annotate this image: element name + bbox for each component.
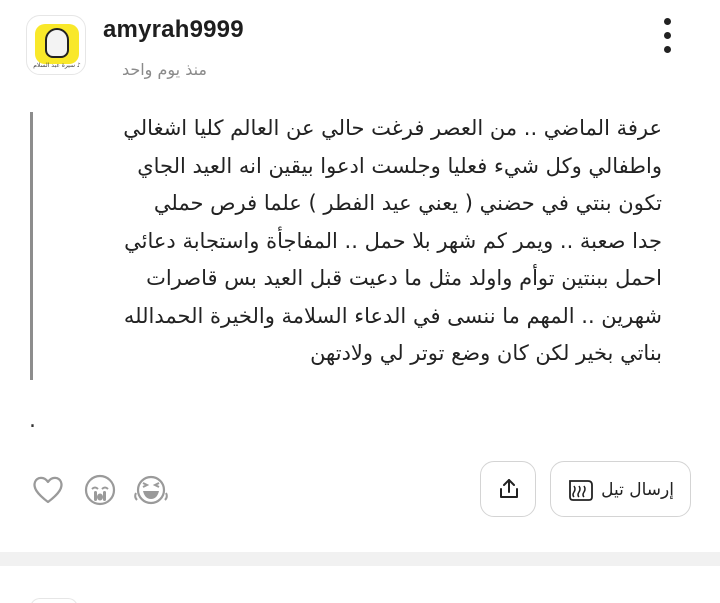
laughing-face-icon[interactable] [134, 473, 168, 507]
post-body-line: واطفالي وكل شيء فعليا وجلست ادعوا بيقين … [137, 153, 662, 178]
post-body-line: تكون بنتي في حضني ( يعني عيد الفطر ) علم… [153, 191, 662, 215]
heart-icon[interactable] [31, 473, 65, 507]
send-tail-label: إرسال تيل [601, 480, 674, 500]
quote-bar [30, 112, 33, 380]
post-body-line: بناتي بخير لكن كان وضع توتر لي ولادتهن [310, 341, 662, 365]
send-tail-button[interactable]: إرسال تيل [550, 461, 691, 517]
post-body-line: احمل ببنتين توأم واولد مثل ما دعيت قبل ا… [146, 266, 662, 290]
post-body-line: عرفة الماضي .. من العصر فرغت حالي عن الع… [123, 116, 662, 140]
trailing-text: . [29, 408, 36, 433]
crying-face-icon[interactable] [83, 473, 117, 507]
post-timestamp: منذ يوم واحد [121, 60, 207, 79]
share-icon [500, 479, 518, 498]
author-username[interactable]: amyrah9999 [103, 16, 244, 44]
more-options-icon[interactable] [656, 16, 680, 56]
feed-divider [0, 552, 720, 566]
post-body: عرفة الماضي .. من العصر فرغت حالي عن الع… [40, 110, 662, 373]
author-avatar[interactable]: سيرة عبد السلام ♪ [26, 15, 86, 75]
share-button[interactable] [480, 461, 536, 517]
post-body-line: شهرين .. المهم ما ننسى في الدعاء السلامة… [123, 303, 662, 328]
avatar-caption: سيرة عبد السلام ♪ [33, 62, 81, 69]
ghost-icon [45, 28, 69, 58]
post-body-line: جدا صعبة .. ويمر كم شهر بلا حمل .. المفا… [124, 228, 662, 253]
next-post-avatar[interactable] [30, 598, 78, 603]
tail-scroll-icon [569, 480, 593, 501]
